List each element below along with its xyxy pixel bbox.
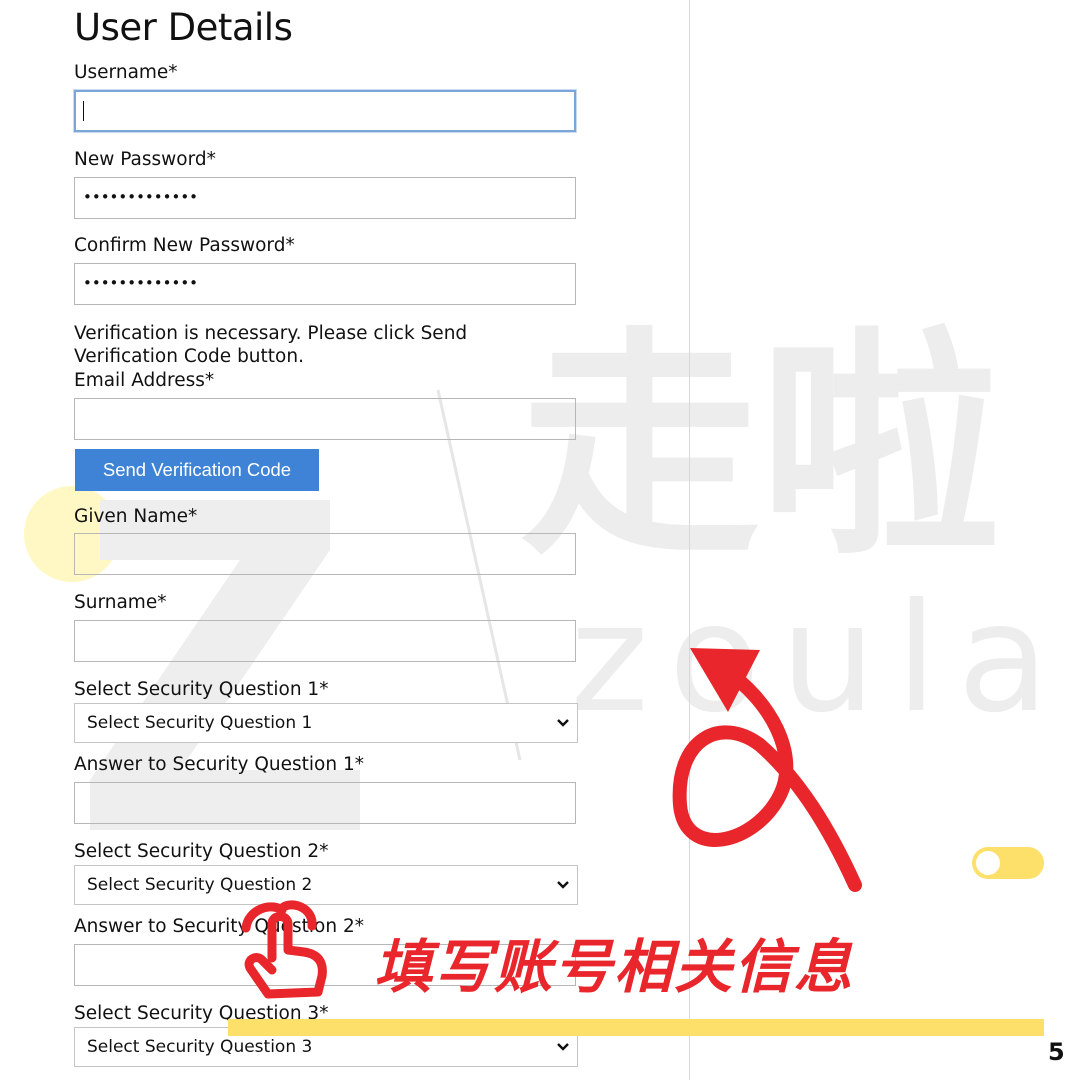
chevron-down-icon bbox=[557, 881, 569, 889]
username-label: Username* bbox=[74, 62, 178, 83]
security-question-1-select[interactable]: Select Security Question 1 bbox=[74, 703, 578, 743]
confirm-password-value: ••••••••••••• bbox=[83, 274, 199, 292]
given-name-input[interactable] bbox=[74, 533, 576, 575]
answer-1-input[interactable] bbox=[74, 782, 576, 824]
new-password-input[interactable]: ••••••••••••• bbox=[74, 177, 576, 219]
chevron-down-icon bbox=[557, 719, 569, 727]
page-title: User Details bbox=[74, 6, 293, 49]
security-question-3-value: Select Security Question 3 bbox=[87, 1037, 313, 1057]
answer-1-label: Answer to Security Question 1* bbox=[74, 754, 364, 775]
chevron-down-icon bbox=[557, 1043, 569, 1051]
page-number: 5 bbox=[1048, 1038, 1065, 1066]
caption-text: 填写账号相关信息 bbox=[374, 933, 855, 1001]
toggle-switch[interactable] bbox=[972, 847, 1044, 879]
surname-input[interactable] bbox=[74, 620, 576, 662]
verification-note: Verification is necessary. Please click … bbox=[74, 323, 468, 367]
given-name-label: Given Name* bbox=[74, 506, 198, 527]
new-password-value: ••••••••••••• bbox=[83, 188, 199, 206]
highlight-bar bbox=[228, 1019, 1044, 1036]
confirm-password-label: Confirm New Password* bbox=[74, 235, 295, 256]
text-caret bbox=[83, 101, 84, 121]
security-question-1-value: Select Security Question 1 bbox=[87, 713, 313, 733]
security-question-2-value: Select Security Question 2 bbox=[87, 875, 313, 895]
username-input[interactable] bbox=[74, 90, 576, 132]
security-question-2-label: Select Security Question 2* bbox=[74, 841, 329, 862]
confirm-password-input[interactable]: ••••••••••••• bbox=[74, 263, 576, 305]
curved-arrow-icon bbox=[672, 648, 862, 892]
user-details-panel: User Details Username* New Password* •••… bbox=[0, 0, 690, 1080]
email-input[interactable] bbox=[74, 398, 576, 440]
surname-label: Surname* bbox=[74, 592, 167, 613]
security-question-1-label: Select Security Question 1* bbox=[74, 679, 329, 700]
toggle-knob bbox=[976, 851, 1000, 875]
tap-hand-icon bbox=[241, 900, 327, 999]
new-password-label: New Password* bbox=[74, 149, 216, 170]
send-verification-code-button[interactable]: Send Verification Code bbox=[75, 449, 319, 491]
email-label: Email Address* bbox=[74, 370, 215, 391]
